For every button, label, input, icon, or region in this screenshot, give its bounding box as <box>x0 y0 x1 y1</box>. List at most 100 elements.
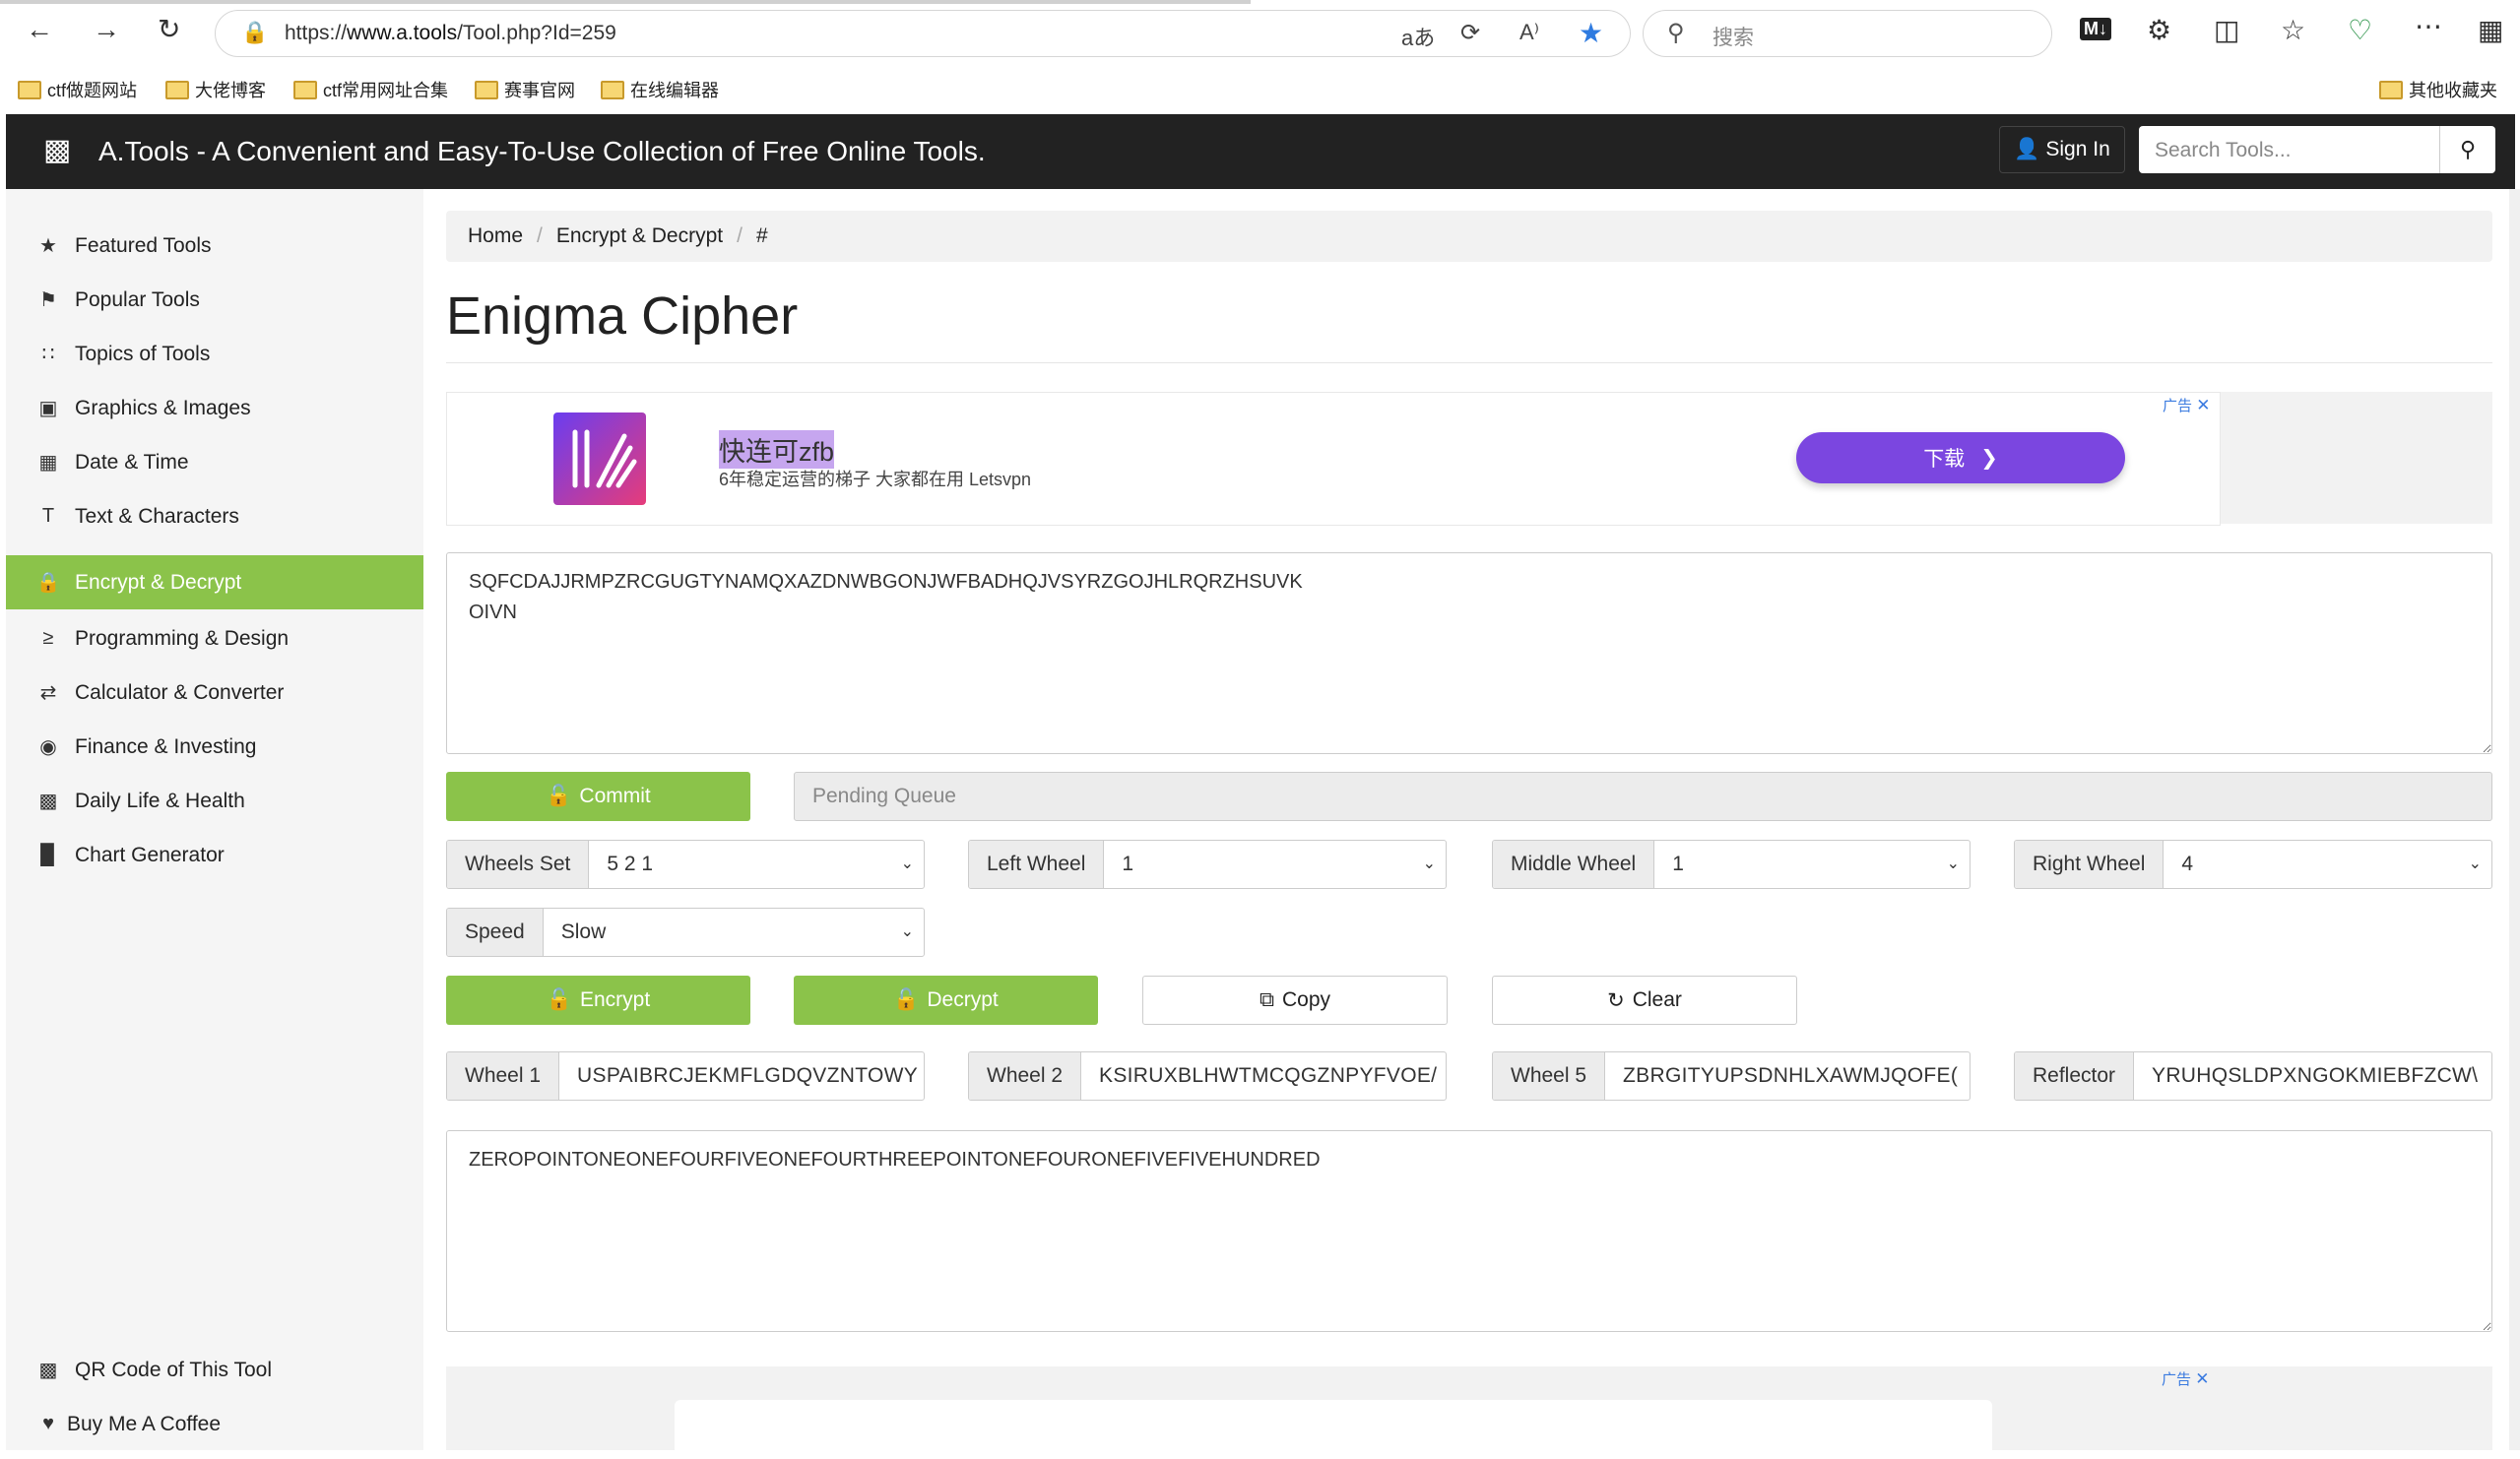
extensions-puzzle-icon[interactable]: ⚙ <box>2147 14 2171 46</box>
sidebar-item-chart-generator[interactable]: ▉ Chart Generator <box>6 828 423 882</box>
ad-download-button[interactable]: 下载 ❯ <box>1796 432 2125 483</box>
reflector-field-group[interactable]: Reflector YRUHQSLDPXNGOKMIEBFZCW\ <box>2014 1051 2492 1101</box>
wheel-5-input[interactable]: ZBRGITYUPSDNHLXAWMJQOFE( <box>1605 1052 1970 1100</box>
ad-logo-mark <box>572 429 637 488</box>
right-wheel-select[interactable]: 4 ⌄ <box>2164 841 2491 888</box>
breadcrumb-home[interactable]: Home <box>468 224 523 248</box>
reflector-input[interactable]: YRUHQSLDPXNGOKMIEBFZCW\ <box>2134 1052 2491 1100</box>
user-icon: 👤 <box>2014 138 2040 160</box>
site-title[interactable]: A.Tools - A Convenient and Easy-To-Use C… <box>98 136 986 167</box>
copy-button[interactable]: ⧉ Copy <box>1142 976 1448 1025</box>
wheel-1-field-group[interactable]: Wheel 1 USPAIBRCJEKMFLGDQVZNTOWY <box>446 1051 925 1101</box>
toolbox-logo-icon[interactable]: ▩ <box>43 134 77 167</box>
chevron-down-icon: ⌄ <box>1422 856 1436 872</box>
exchange-icon: ⇄ <box>39 682 57 704</box>
bookmark-item[interactable]: 在线编辑器 <box>601 77 719 102</box>
bookmark-item[interactable]: 大佬博客 <box>165 77 266 102</box>
speed-select-group[interactable]: Speed Slow ⌄ <box>446 908 925 957</box>
right-wheel-label: Right Wheel <box>2015 841 2165 888</box>
bookmark-item[interactable]: 赛事官网 <box>475 77 575 102</box>
browser-essentials-icon[interactable]: ⟳ <box>1460 19 1480 47</box>
more-options-icon[interactable]: ⋯ <box>2415 10 2442 42</box>
site-search-input[interactable]: Search Tools... <box>2155 139 2292 162</box>
sidebar-item-programming-design[interactable]: ≥ Programming & Design <box>6 611 423 666</box>
cipher-output-textarea[interactable] <box>446 1130 2492 1332</box>
browser-health-icon[interactable]: ♡ <box>2348 14 2372 46</box>
clear-button[interactable]: ↻ Clear <box>1492 976 1797 1025</box>
forward-arrow-icon[interactable]: → <box>93 14 120 45</box>
sidebar-item-text-characters[interactable]: T Text & Characters <box>6 489 423 543</box>
search-button[interactable]: ⚲ <box>2439 126 2495 173</box>
sidebar-toggle-icon[interactable]: ▦ <box>2478 14 2503 46</box>
sidebar-item-popular-tools[interactable]: ⚑ Popular Tools <box>6 273 423 327</box>
advertisement-banner: 快连可zfb 6年稳定运营的梯子 大家都在用 Letsvpn 下载 ❯ 广告 ✕ <box>446 392 2492 526</box>
wheel-5-field-group[interactable]: Wheel 5 ZBRGITYUPSDNHLXAWMJQOFE( <box>1492 1051 1971 1101</box>
read-aloud-icon[interactable]: A⁾ <box>1519 20 1539 45</box>
close-icon: ✕ <box>2196 396 2211 414</box>
favorites-icon[interactable]: ☆ <box>2281 14 2305 46</box>
left-wheel-select-group[interactable]: Left Wheel 1 ⌄ <box>968 840 1447 889</box>
ad-close[interactable]: 广告 ✕ <box>2163 395 2210 415</box>
breadcrumb-encrypt-decrypt[interactable]: Encrypt & Decrypt <box>556 224 723 248</box>
sidebar-item-date-time[interactable]: ▦ Date & Time <box>6 435 423 489</box>
ad-card[interactable]: 快连可zfb 6年稳定运营的梯子 大家都在用 Letsvpn 下载 ❯ 广告 ✕ <box>446 392 2221 526</box>
folder-icon <box>165 80 189 99</box>
terminal-icon: ≥ <box>42 627 54 649</box>
bookmark-item[interactable]: ctf常用网址合集 <box>293 77 448 102</box>
wheels-set-select-group[interactable]: Wheels Set 5 2 1 ⌄ <box>446 840 925 889</box>
left-wheel-label: Left Wheel <box>969 841 1105 888</box>
lock-icon: 🔒 <box>241 20 269 44</box>
wheel-2-input[interactable]: KSIRUXBLHWTMCQGZNPYFVOE/ <box>1081 1052 1446 1100</box>
sidebar-item-daily-life-health[interactable]: ▩ Daily Life & Health <box>6 774 423 828</box>
sidebar-item-encrypt-decrypt[interactable]: 🔒 Encrypt & Decrypt <box>6 555 423 609</box>
sidebar-item-graphics-images[interactable]: ▣ Graphics & Images <box>6 381 423 435</box>
encrypt-button[interactable]: 🔓 Encrypt <box>446 976 750 1025</box>
sign-in-button[interactable]: 👤 Sign In <box>1999 126 2125 173</box>
page-scrollbar[interactable] <box>2509 189 2520 1450</box>
address-bar[interactable]: 🔒 https://www.a.tools/Tool.php?Id=259 aあ… <box>215 10 1631 57</box>
sidebar-item-topics-of-tools[interactable]: ∷ Topics of Tools <box>6 327 423 381</box>
folder-icon <box>475 80 498 99</box>
markdown-extension-icon[interactable]: M↓ <box>2080 18 2111 40</box>
decrypt-button[interactable]: 🔓 Decrypt <box>794 976 1098 1025</box>
piggy-bank-icon: ◉ <box>39 736 57 758</box>
browser-search-bar[interactable]: ⚲ 搜索 <box>1643 10 2052 57</box>
right-wheel-select-group[interactable]: Right Wheel 4 ⌄ <box>2014 840 2492 889</box>
reset-icon: ↻ <box>1607 988 1625 1012</box>
sidebar-item-buy-coffee[interactable]: ♥ Buy Me A Coffee <box>6 1397 423 1451</box>
unlock-icon: 🔓 <box>546 785 572 807</box>
copy-icon: ⧉ <box>1259 988 1274 1011</box>
favorite-star-icon[interactable]: ★ <box>1579 17 1603 49</box>
star-icon: ★ <box>39 235 57 257</box>
folder-icon <box>601 80 624 99</box>
pending-queue-field[interactable]: Pending Queue <box>794 772 2492 821</box>
cipher-input-textarea[interactable] <box>446 552 2492 754</box>
ad-card-bottom[interactable] <box>675 1400 1992 1459</box>
ad-close-bottom[interactable]: 广告 ✕ <box>2162 1368 2209 1389</box>
left-wheel-select[interactable]: 1 ⌄ <box>1104 841 1446 888</box>
refresh-icon[interactable]: ↻ <box>158 13 180 45</box>
wheel-1-input[interactable]: USPAIBRCJEKMFLGDQVZNTOWY <box>559 1052 924 1100</box>
commit-button[interactable]: 🔓 Commit <box>446 772 750 821</box>
bookmark-item[interactable]: ctf做题网站 <box>18 77 137 102</box>
lock-icon: 🔒 <box>35 572 61 594</box>
split-screen-icon[interactable]: ◫ <box>2214 14 2239 46</box>
close-icon: ✕ <box>2195 1369 2210 1388</box>
browser-toolbar: ← → ↻ 🔒 https://www.a.tools/Tool.php?Id=… <box>0 0 2520 69</box>
wheel-2-field-group[interactable]: Wheel 2 KSIRUXBLHWTMCQGZNPYFVOE/ <box>968 1051 1447 1101</box>
middle-wheel-select-group[interactable]: Middle Wheel 1 ⌄ <box>1492 840 1971 889</box>
ad-title[interactable]: 快连可zfb <box>719 430 835 469</box>
bookmark-other-folders[interactable]: 其他收藏夹 <box>2379 77 2497 102</box>
speed-select[interactable]: Slow ⌄ <box>544 909 924 956</box>
tab-strip-edge <box>0 0 1251 4</box>
sidebar-item-qr-code[interactable]: ▩ QR Code of This Tool <box>6 1343 423 1397</box>
translate-icon[interactable]: aあ <box>1401 21 1435 52</box>
back-arrow-icon[interactable]: ← <box>26 14 53 45</box>
middle-wheel-select[interactable]: 1 ⌄ <box>1654 841 1970 888</box>
wheels-set-select[interactable]: 5 2 1 ⌄ <box>589 841 924 888</box>
site-search-field[interactable]: Search Tools... ⚲ <box>2139 126 2495 173</box>
sidebar-item-finance-investing[interactable]: ◉ Finance & Investing <box>6 720 423 774</box>
sidebar-item-featured-tools[interactable]: ★ Featured Tools <box>6 219 423 273</box>
sidebar: ★ Featured Tools ⚑ Popular Tools ∷ Topics o… <box>6 189 423 1450</box>
sidebar-item-calculator-converter[interactable]: ⇄ Calculator & Converter <box>6 666 423 720</box>
